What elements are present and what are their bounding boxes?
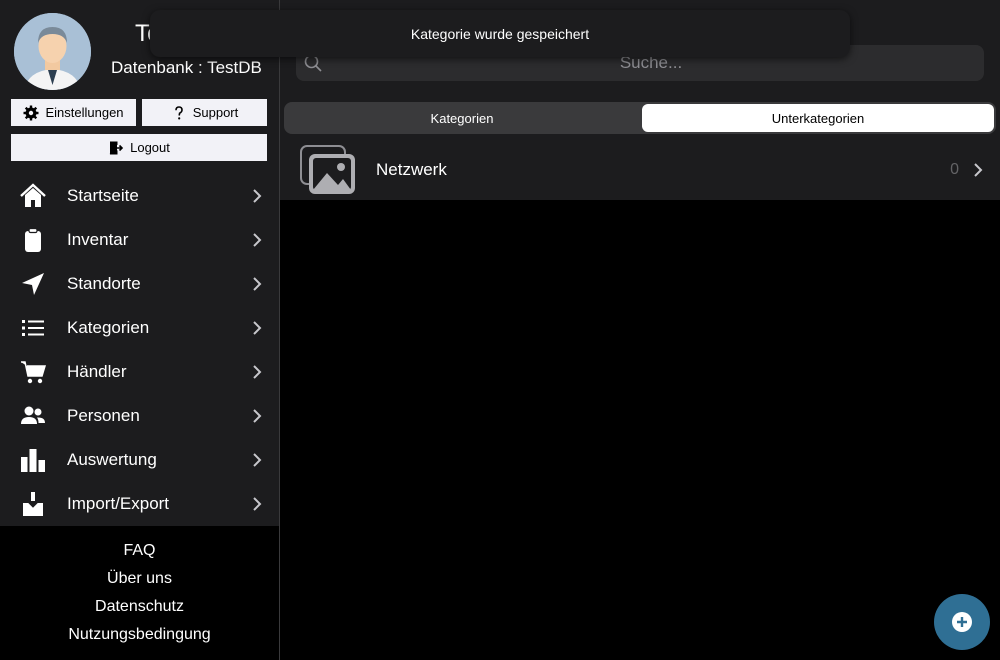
toast-notification: Kategorie wurde gespeichert	[150, 10, 850, 57]
gear-icon	[23, 105, 39, 120]
user-avatar-icon	[14, 13, 91, 90]
terms-link[interactable]: Nutzungsbedingung	[0, 624, 279, 652]
nav-item-label: Startseite	[67, 186, 139, 205]
privacy-link[interactable]: Datenschutz	[0, 596, 279, 624]
nav-item-personen[interactable]: Personen	[0, 394, 279, 438]
list-item-title: Netzwerk	[376, 160, 447, 179]
list-icon	[20, 315, 46, 341]
tab-unterkategorien[interactable]: Unterkategorien	[642, 104, 994, 132]
nav-item-inventar[interactable]: Inventar	[0, 218, 279, 262]
chevron-right-icon	[974, 163, 983, 177]
nav-item-auswertung[interactable]: Auswertung	[0, 438, 279, 482]
chevron-right-icon	[253, 365, 262, 379]
database-label: Datenbank : TestDB	[111, 58, 262, 77]
about-link[interactable]: Über uns	[0, 568, 279, 596]
faq-link[interactable]: FAQ	[0, 540, 279, 568]
cart-icon	[20, 359, 47, 385]
nav-item-label: Händler	[67, 362, 127, 381]
chevron-right-icon	[253, 497, 262, 511]
settings-button[interactable]: Einstellungen	[11, 99, 136, 126]
chevron-right-icon	[253, 277, 262, 291]
image-placeholder-icon	[300, 145, 355, 194]
chevron-right-icon	[253, 321, 262, 335]
chevron-right-icon	[253, 189, 262, 203]
nav-item-label: Auswertung	[67, 450, 157, 469]
clipboard-icon	[20, 227, 46, 253]
location-arrow-icon	[20, 271, 46, 297]
footer-links: FAQ Über uns Datenschutz Nutzungsbedingu…	[0, 540, 279, 652]
nav-item-import-export[interactable]: Import/Export	[0, 482, 279, 526]
nav-item-label: Import/Export	[67, 494, 170, 513]
list-item-count: 0	[950, 161, 959, 178]
plus-circle-icon	[952, 612, 972, 632]
chart-bars-icon	[20, 447, 46, 473]
home-icon	[20, 183, 46, 209]
question-icon	[174, 105, 183, 119]
nav-item-label: Inventar	[67, 230, 129, 249]
nav-item-startseite[interactable]: Startseite	[0, 174, 279, 218]
people-icon	[20, 403, 46, 429]
main-navigation: Startseite Inventar Standorte Kategorien…	[0, 174, 279, 526]
support-button[interactable]: Support	[142, 99, 267, 126]
nav-item-haendler[interactable]: Händler	[0, 350, 279, 394]
nav-item-label: Standorte	[67, 274, 141, 293]
tab-kategorien[interactable]: Kategorien	[286, 104, 638, 132]
add-button[interactable]	[934, 594, 990, 650]
logout-button[interactable]: Logout	[11, 134, 267, 161]
logout-button-label: Logout	[130, 140, 170, 155]
settings-button-label: Einstellungen	[45, 105, 124, 120]
list-item[interactable]: Netzwerk 0	[280, 140, 1000, 200]
support-button-label: Support	[192, 105, 239, 120]
nav-item-label: Personen	[67, 406, 140, 425]
download-tray-icon	[20, 491, 46, 517]
chevron-right-icon	[253, 453, 262, 467]
segmented-control: Kategorien Unterkategorien	[284, 102, 996, 134]
chevron-right-icon	[253, 409, 262, 423]
nav-item-kategorien[interactable]: Kategorien	[0, 306, 279, 350]
avatar[interactable]	[14, 13, 91, 90]
nav-item-label: Kategorien	[67, 318, 150, 337]
nav-item-standorte[interactable]: Standorte	[0, 262, 279, 306]
chevron-right-icon	[253, 233, 262, 247]
logout-icon	[109, 141, 124, 154]
